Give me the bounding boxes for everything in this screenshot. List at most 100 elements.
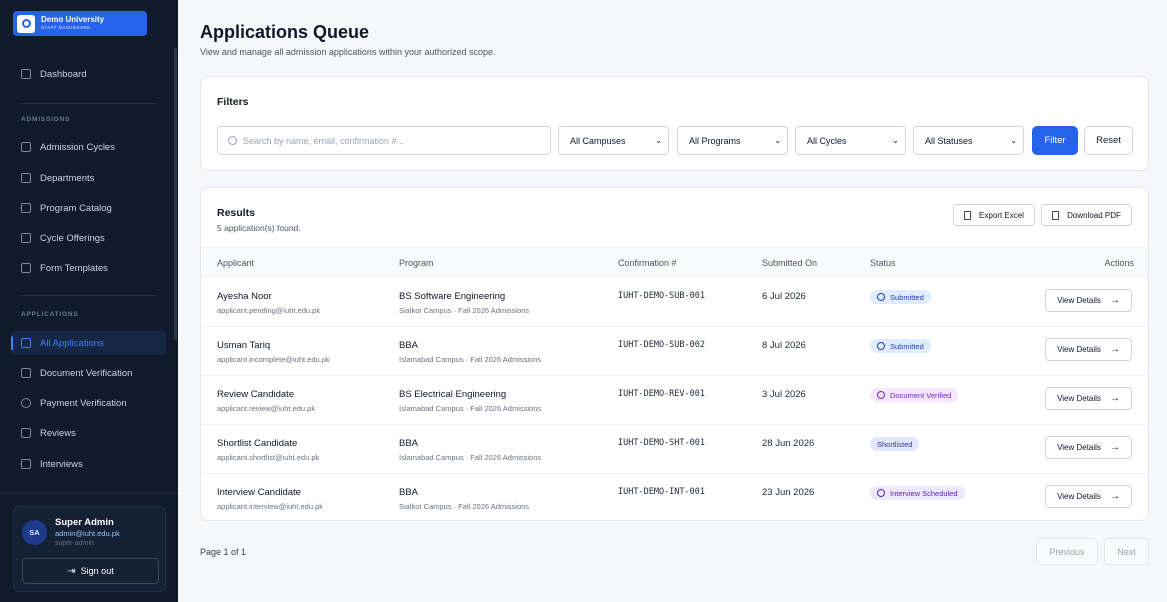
campus-cycle: Islamabad Campus · Fall 2026 Admissions <box>399 355 542 364</box>
layout-icon <box>21 263 31 273</box>
status-icon <box>877 342 885 350</box>
applicant-name: Review Candidate <box>217 389 295 400</box>
chevron-down-icon: ⌄ <box>892 136 899 145</box>
submitted-date: 28 Jun 2026 <box>762 438 815 449</box>
sidebar-item-all-applications[interactable]: All Applications <box>11 331 166 355</box>
arrow-right-icon: → <box>1109 344 1120 355</box>
view-details-button[interactable]: View Details → <box>1045 289 1132 312</box>
sidebar-item-label: All Applications <box>40 337 104 349</box>
filters-title: Filters <box>217 96 249 108</box>
search-box[interactable] <box>217 126 551 155</box>
file-icon <box>1052 210 1060 220</box>
results-count: 5 application(s) found. <box>217 223 301 233</box>
briefcase-icon <box>21 233 31 243</box>
column-header-confirmation: Confirmation # <box>618 258 677 268</box>
sidebar-scrollbar[interactable] <box>174 48 177 340</box>
export-excel-button[interactable]: Export Excel <box>953 204 1035 226</box>
status-label: Interview Scheduled <box>890 488 958 498</box>
sidebar-item-label: Program Catalog <box>40 202 112 214</box>
next-page-button[interactable]: Next <box>1104 538 1149 565</box>
campus-cycle: Sialkot Campus · Fall 2026 Admissions <box>399 306 530 315</box>
brand-logo-block[interactable]: Demo University STAFF DASHBOARD <box>13 11 147 36</box>
user-name: Super Admin <box>55 517 114 528</box>
arrow-right-icon: → <box>1109 295 1120 306</box>
column-header-status: Status <box>870 258 896 268</box>
sidebar-divider <box>21 295 156 296</box>
view-details-button[interactable]: View Details → <box>1045 338 1132 361</box>
status-icon <box>877 391 885 399</box>
column-header-submitted: Submitted On <box>762 258 818 268</box>
chevron-down-icon: ⌄ <box>1010 136 1017 145</box>
table-row: Ayesha Noor applicant.pending@iuht.edu.pk… <box>201 278 1148 327</box>
arrow-right-icon: → <box>1109 491 1120 502</box>
previous-page-button[interactable]: Previous <box>1036 538 1098 565</box>
campus-cycle: Sialkot Campus · Fall 2026 Admissions <box>399 502 530 511</box>
view-details-label: View Details <box>1057 296 1101 305</box>
status-select[interactable]: All Statuses ⌄ <box>913 126 1024 155</box>
file-icon <box>964 210 972 220</box>
table-header: Applicant Program Confirmation # Submitt… <box>201 247 1148 277</box>
export-excel-label: Export Excel <box>979 210 1024 220</box>
download-pdf-button[interactable]: Download PDF <box>1041 204 1132 226</box>
inbox-icon <box>21 428 31 438</box>
main-content: Applications Queue View and manage all a… <box>178 0 1167 602</box>
brand-title: Demo University <box>41 15 105 25</box>
sidebar-item-label: Document Verification <box>40 367 133 379</box>
arrow-right-icon: → <box>1109 393 1120 404</box>
status-label: Document Verified <box>890 390 952 400</box>
sidebar-item-reviews[interactable]: Reviews <box>11 421 166 445</box>
sidebar-item-admission-cycles[interactable]: Admission Cycles <box>11 135 166 159</box>
sidebar-item-payment-verification[interactable]: Payment Verification <box>11 391 166 415</box>
program-name: BS Software Engineering <box>399 291 506 302</box>
program-name: BBA <box>399 438 419 449</box>
sidebar-item-form-templates[interactable]: Form Templates <box>11 256 166 280</box>
sidebar: Demo University STAFF DASHBOARD Dashboar… <box>0 0 178 602</box>
applicant-name: Shortlist Candidate <box>217 438 298 449</box>
submitted-date: 8 Jul 2026 <box>762 340 806 351</box>
view-details-button[interactable]: View Details → <box>1045 387 1132 410</box>
sidebar-item-document-verification[interactable]: Document Verification <box>11 361 166 385</box>
search-input[interactable] <box>243 135 523 146</box>
program-select[interactable]: All Programs ⌄ <box>677 126 788 155</box>
program-select-value: All Programs <box>689 135 741 146</box>
submitted-date: 23 Jun 2026 <box>762 487 815 498</box>
reset-button[interactable]: Reset <box>1084 126 1133 155</box>
applicant-name: Interview Candidate <box>217 487 301 498</box>
brand-subtitle: STAFF DASHBOARD <box>41 25 91 31</box>
filter-button[interactable]: Filter <box>1032 126 1078 155</box>
sidebar-item-dashboard[interactable]: Dashboard <box>11 62 166 86</box>
status-badge: Document Verified <box>870 388 959 402</box>
applicant-email: applicant.incomplete@iuht.edu.pk <box>217 355 330 364</box>
program-name: BBA <box>399 340 419 351</box>
filters-card: Filters All Campuses ⌄ All Programs ⌄ Al… <box>200 76 1149 171</box>
download-pdf-label: Download PDF <box>1067 210 1121 220</box>
table-row: Shortlist Candidate applicant.shortlist@i… <box>201 425 1148 474</box>
sidebar-item-interviews[interactable]: Interviews <box>11 452 166 476</box>
document-icon <box>21 368 31 378</box>
pagination-text: Page 1 of 1 <box>200 547 247 557</box>
sidebar-item-program-catalog[interactable]: Program Catalog <box>11 196 166 220</box>
column-header-actions: Actions <box>1104 258 1134 268</box>
page-title: Applications Queue <box>200 22 370 42</box>
submitted-date: 6 Jul 2026 <box>762 291 806 302</box>
sidebar-item-departments[interactable]: Departments <box>11 166 166 190</box>
user-role: super-admin <box>55 540 94 547</box>
arrow-right-icon: → <box>1109 442 1120 453</box>
campus-select[interactable]: All Campuses ⌄ <box>558 126 669 155</box>
sidebar-item-label: Form Templates <box>40 262 108 274</box>
sidebar-item-label: Admission Cycles <box>40 141 115 153</box>
column-header-program: Program <box>399 258 434 268</box>
calendar-icon <box>21 142 31 152</box>
status-label: Shortlisted <box>877 439 913 449</box>
program-name: BS Electrical Engineering <box>399 389 507 400</box>
view-details-button[interactable]: View Details → <box>1045 436 1132 459</box>
confirmation-number: IUHT-DEMO-REV-001 <box>618 389 705 399</box>
sign-out-button[interactable]: ⇥ Sign out <box>22 558 159 584</box>
sidebar-item-label: Dashboard <box>40 68 87 80</box>
view-details-button[interactable]: View Details → <box>1045 485 1132 508</box>
sidebar-item-label: Payment Verification <box>40 397 127 409</box>
sidebar-item-cycle-offerings[interactable]: Cycle Offerings <box>11 226 166 250</box>
sidebar-item-label: Interviews <box>40 458 83 470</box>
view-details-label: View Details <box>1057 443 1101 452</box>
cycle-select[interactable]: All Cycles ⌄ <box>795 126 906 155</box>
